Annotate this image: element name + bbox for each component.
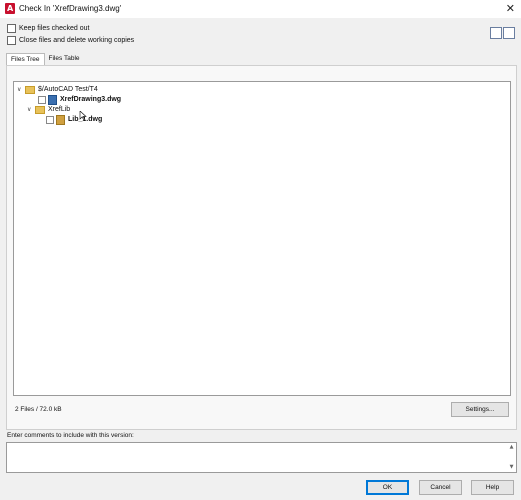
cancel-button[interactable]: Cancel	[419, 480, 462, 495]
ok-button[interactable]: OK	[366, 480, 409, 495]
tree-label-xreflib: XrefLib	[48, 106, 71, 113]
file1-checkbox[interactable]	[38, 95, 46, 104]
file2-checkbox[interactable]	[46, 115, 54, 124]
close-and-delete-checkbox[interactable]	[7, 35, 16, 45]
keep-checked-out-checkbox[interactable]	[7, 23, 16, 33]
close-and-delete-label: Close files and delete working copies	[19, 36, 135, 44]
tree-label-file1: XrefDrawing3.dwg	[60, 96, 122, 103]
tree-node-root[interactable]: ∨ $/AutoCAD Test/T4	[17, 85, 98, 94]
settings-button[interactable]: Settings...	[451, 402, 509, 417]
keep-checked-out-label: Keep files checked out	[19, 24, 90, 32]
comment-input[interactable]: ▲ ▼	[6, 442, 517, 473]
comment-icon[interactable]	[503, 27, 515, 39]
tree-node-xreflib[interactable]: ∨ XrefLib	[27, 105, 70, 114]
tab-bar: Files Tree Files Table	[6, 53, 84, 66]
tree-node-file2[interactable]: Lib_1.dwg	[46, 114, 102, 125]
scroll-up-icon[interactable]: ▲	[508, 444, 515, 451]
scroll-down-icon[interactable]: ▼	[508, 464, 515, 471]
folder-icon	[25, 85, 35, 94]
help-button[interactable]: Help	[471, 480, 514, 495]
tree-node-file1[interactable]: XrefDrawing3.dwg	[38, 94, 122, 105]
files-tree: ∨ $/AutoCAD Test/T4 XrefDrawing3.dwg ∨ X…	[13, 81, 511, 396]
tab-files-table[interactable]: Files Table	[45, 53, 84, 65]
dwg-file-icon	[56, 114, 65, 125]
close-and-delete-option[interactable]: Close files and delete working copies	[7, 35, 134, 45]
autocad-app-icon	[5, 3, 15, 14]
tree-label-root: $/AutoCAD Test/T4	[38, 86, 98, 93]
chevron-down-icon[interactable]: ∨	[17, 86, 23, 93]
comment-label: Enter comments to include with this vers…	[7, 432, 134, 439]
keep-checked-out-option[interactable]: Keep files checked out	[7, 23, 89, 33]
title-bar: Check In 'XrefDrawing3.dwg' ✕	[0, 0, 521, 18]
mouse-cursor-icon	[79, 111, 87, 121]
files-summary: 2 Files / 72.0 kB	[15, 406, 62, 413]
chevron-down-icon[interactable]: ∨	[27, 106, 33, 113]
window-title: Check In 'XrefDrawing3.dwg'	[19, 4, 122, 13]
close-icon[interactable]: ✕	[506, 2, 515, 15]
folder-icon	[35, 105, 45, 114]
dwg-file-icon	[48, 94, 57, 105]
grid-view-icon[interactable]	[490, 27, 502, 39]
